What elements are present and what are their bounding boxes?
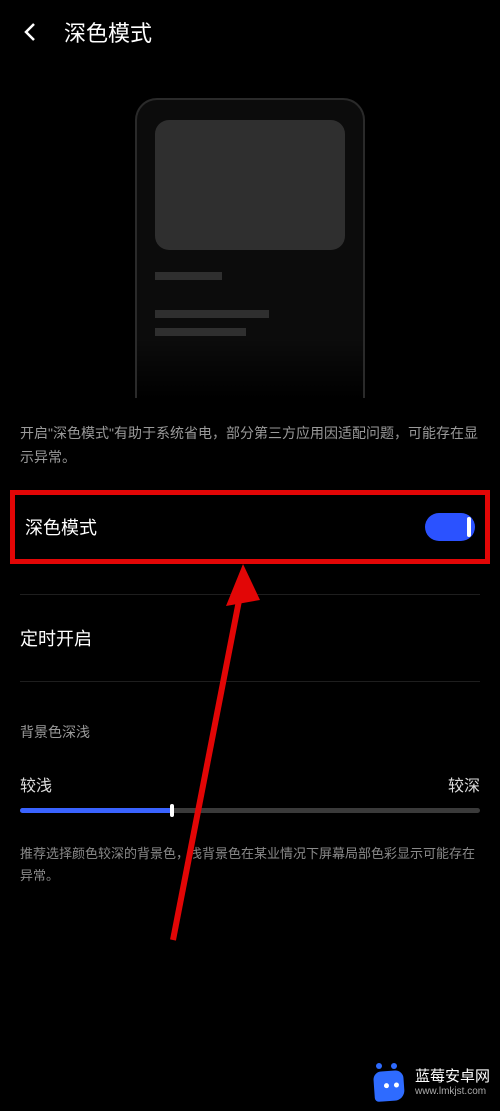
watermark-icon [371, 1065, 407, 1101]
preview-line [155, 310, 269, 318]
bg-depth-slider[interactable] [20, 808, 480, 813]
dark-mode-toggle-label: 深色模式 [25, 514, 97, 540]
slider-label-dark: 较深 [448, 772, 480, 796]
watermark-name: 蓝莓安卓网 [415, 1068, 490, 1086]
dark-mode-toggle-row[interactable]: 深色模式 [15, 495, 485, 559]
annotation-highlight: 深色模式 [10, 490, 490, 564]
back-icon[interactable] [18, 19, 44, 45]
dark-mode-description: 开启"深色模式"有助于系统省电，部分第三方应用因适配问题，可能存在显示异常。 [0, 398, 500, 490]
watermark: 蓝莓安卓网 www.lmkjst.com [371, 1065, 490, 1101]
schedule-row[interactable]: 定时开启 [0, 595, 500, 681]
watermark-url: www.lmkjst.com [415, 1086, 490, 1098]
preview-line [155, 272, 222, 280]
page-title: 深色模式 [64, 16, 152, 48]
slider-fill [20, 808, 172, 813]
bg-depth-heading: 背景色深浅 [0, 682, 500, 772]
dark-mode-toggle-switch[interactable] [425, 513, 475, 541]
bg-depth-description: 推荐选择颜色较深的背景色，浅背景色在某业情况下屏幕局部色彩显示可能存在异常。 [0, 813, 500, 887]
toggle-knob [467, 517, 471, 537]
slider-label-light: 较浅 [20, 772, 52, 796]
dark-mode-preview [135, 98, 365, 398]
preview-line [155, 328, 246, 336]
preview-image-placeholder [155, 120, 345, 250]
slider-thumb[interactable] [170, 804, 174, 817]
